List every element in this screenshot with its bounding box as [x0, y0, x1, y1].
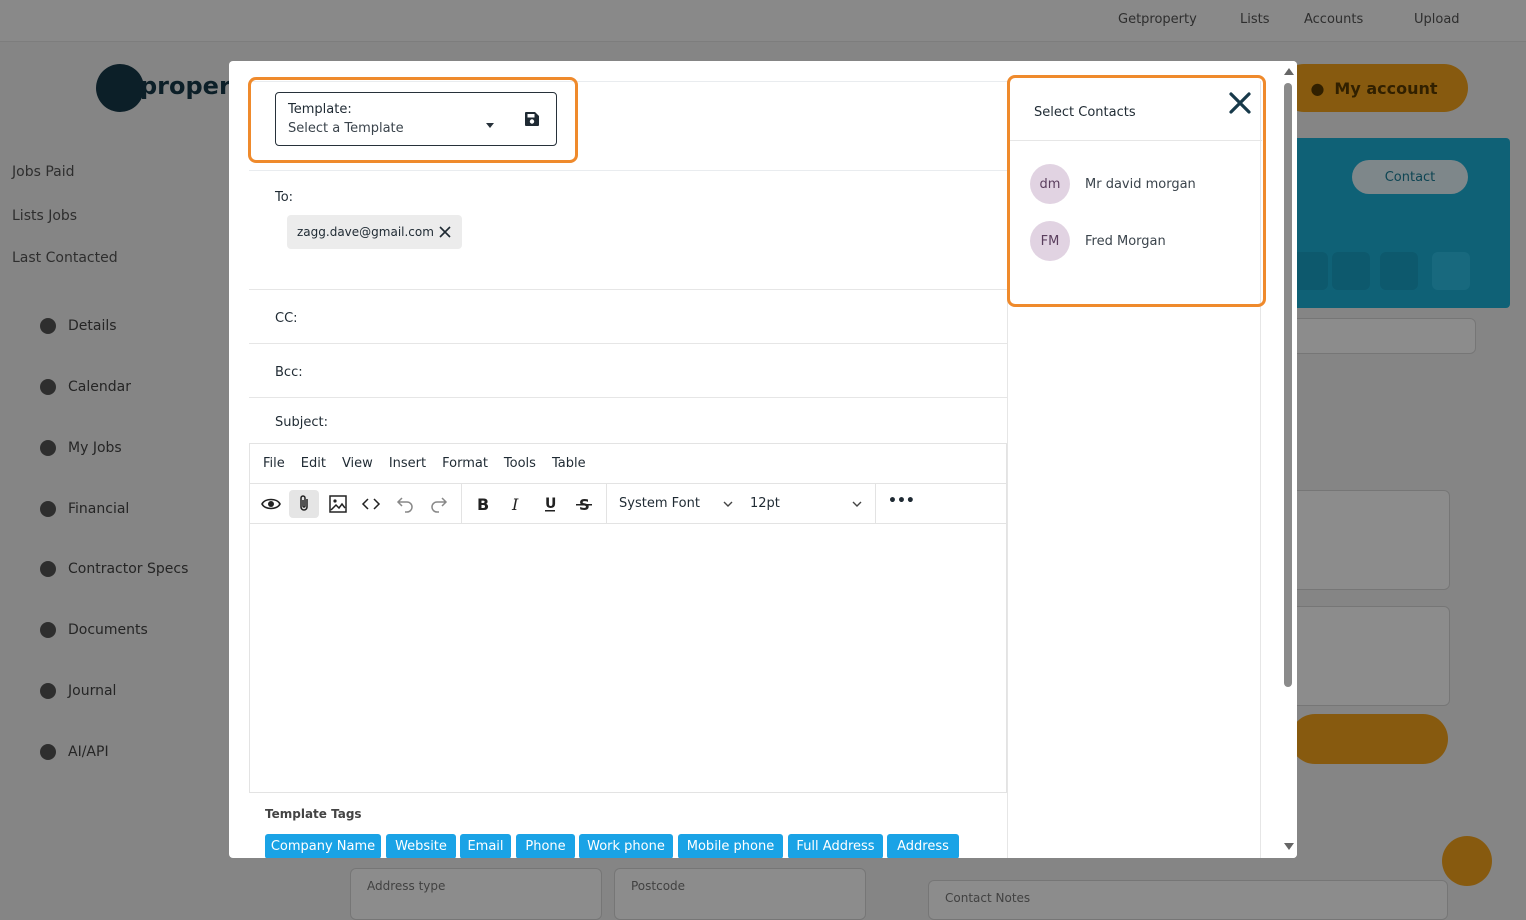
contact-name: Fred Morgan — [1085, 233, 1166, 249]
undo-icon — [396, 497, 413, 513]
chevron-down-icon[interactable] — [722, 498, 734, 510]
subject-label: Subject: — [275, 415, 328, 430]
editor-menubar: File Edit View Insert Format Tools Table — [250, 444, 1006, 484]
toolbar-divider — [461, 484, 462, 524]
recipient-chip[interactable]: zagg.dave@gmail.com — [287, 215, 462, 249]
svg-text:U: U — [545, 496, 556, 512]
remove-recipient-icon[interactable] — [438, 225, 452, 239]
save-icon[interactable] — [524, 111, 540, 127]
tag-address[interactable]: Address — [887, 834, 959, 858]
menu-tools[interactable]: Tools — [504, 456, 536, 471]
svg-text:B: B — [477, 495, 489, 514]
template-tags-title: Template Tags — [265, 807, 362, 821]
scrollbar[interactable] — [1281, 61, 1297, 858]
more-options-icon[interactable]: ••• — [888, 493, 915, 509]
tag-website[interactable]: Website — [386, 834, 456, 858]
preview-button[interactable] — [256, 490, 286, 518]
redo-icon — [431, 497, 448, 513]
tag-company-name[interactable]: Company Name — [265, 834, 381, 858]
contact-name: Mr david morgan — [1085, 176, 1196, 192]
font-size-select[interactable]: 12pt — [750, 496, 780, 511]
bcc-field[interactable]: Bcc: — [249, 344, 1007, 398]
editor-content-area[interactable] — [250, 524, 1006, 794]
email-compose-modal: Template: Select a Template To: zagg.dav… — [229, 61, 1297, 858]
bcc-label: Bcc: — [275, 365, 303, 380]
tag-phone[interactable]: Phone — [516, 834, 575, 858]
image-icon — [329, 495, 347, 513]
scrollbar-thumb[interactable] — [1284, 83, 1292, 687]
contact-item[interactable]: dm Mr david morgan — [1030, 164, 1250, 204]
menu-view[interactable]: View — [342, 456, 373, 471]
code-icon — [361, 498, 381, 510]
italic-icon: I — [511, 495, 519, 514]
eye-icon — [261, 498, 281, 510]
bold-button[interactable]: B — [467, 490, 497, 518]
rich-text-editor: File Edit View Insert Format Tools Table — [249, 443, 1007, 793]
attach-button[interactable] — [289, 490, 319, 518]
menu-edit[interactable]: Edit — [301, 456, 326, 471]
template-select[interactable]: Template: Select a Template — [275, 92, 557, 146]
contact-item[interactable]: FM Fred Morgan — [1030, 221, 1250, 261]
menu-insert[interactable]: Insert — [389, 456, 426, 471]
avatar: FM — [1030, 221, 1070, 261]
caret-down-icon[interactable] — [486, 123, 494, 128]
italic-button[interactable]: I — [501, 490, 531, 518]
toolbar-divider — [875, 484, 876, 524]
tag-email[interactable]: Email — [460, 834, 511, 858]
underline-button[interactable]: U — [535, 490, 565, 518]
contacts-title: Select Contacts — [1034, 105, 1136, 120]
paperclip-icon — [300, 495, 308, 511]
menu-file[interactable]: File — [263, 456, 285, 471]
template-label: Template: — [288, 102, 352, 117]
scroll-down-icon[interactable] — [1284, 843, 1294, 850]
contacts-header: Select Contacts — [1008, 81, 1262, 141]
editor-toolbar: B I U S System Font 12pt ••• — [250, 484, 1006, 524]
insert-image-button[interactable] — [323, 490, 353, 518]
redo-button[interactable] — [424, 490, 454, 518]
font-family-select[interactable]: System Font — [619, 496, 700, 511]
avatar: dm — [1030, 164, 1070, 204]
scroll-up-icon[interactable] — [1284, 68, 1294, 75]
menu-table[interactable]: Table — [552, 456, 586, 471]
to-label: To: — [275, 190, 294, 205]
source-code-button[interactable] — [356, 490, 386, 518]
svg-text:I: I — [511, 495, 519, 514]
tag-mobile-phone[interactable]: Mobile phone — [678, 834, 783, 858]
bold-icon: B — [477, 495, 489, 514]
template-value: Select a Template — [288, 121, 404, 136]
tag-work-phone[interactable]: Work phone — [579, 834, 673, 858]
toolbar-divider — [606, 484, 607, 524]
undo-button[interactable] — [390, 490, 420, 518]
subject-field[interactable]: Subject: — [249, 398, 1007, 443]
close-icon[interactable] — [1228, 91, 1252, 115]
cc-field[interactable]: CC: — [249, 290, 1007, 344]
tag-full-address[interactable]: Full Address — [788, 834, 883, 858]
strikethrough-icon: S — [576, 496, 592, 514]
recipient-email: zagg.dave@gmail.com — [297, 225, 434, 239]
strikethrough-button[interactable]: S — [569, 490, 599, 518]
cc-label: CC: — [275, 311, 298, 326]
underline-icon: U — [545, 496, 556, 512]
contacts-panel: Select Contacts dm Mr david morgan FM Fr… — [1007, 81, 1262, 858]
menu-format[interactable]: Format — [442, 456, 488, 471]
chevron-down-icon[interactable] — [851, 498, 863, 510]
